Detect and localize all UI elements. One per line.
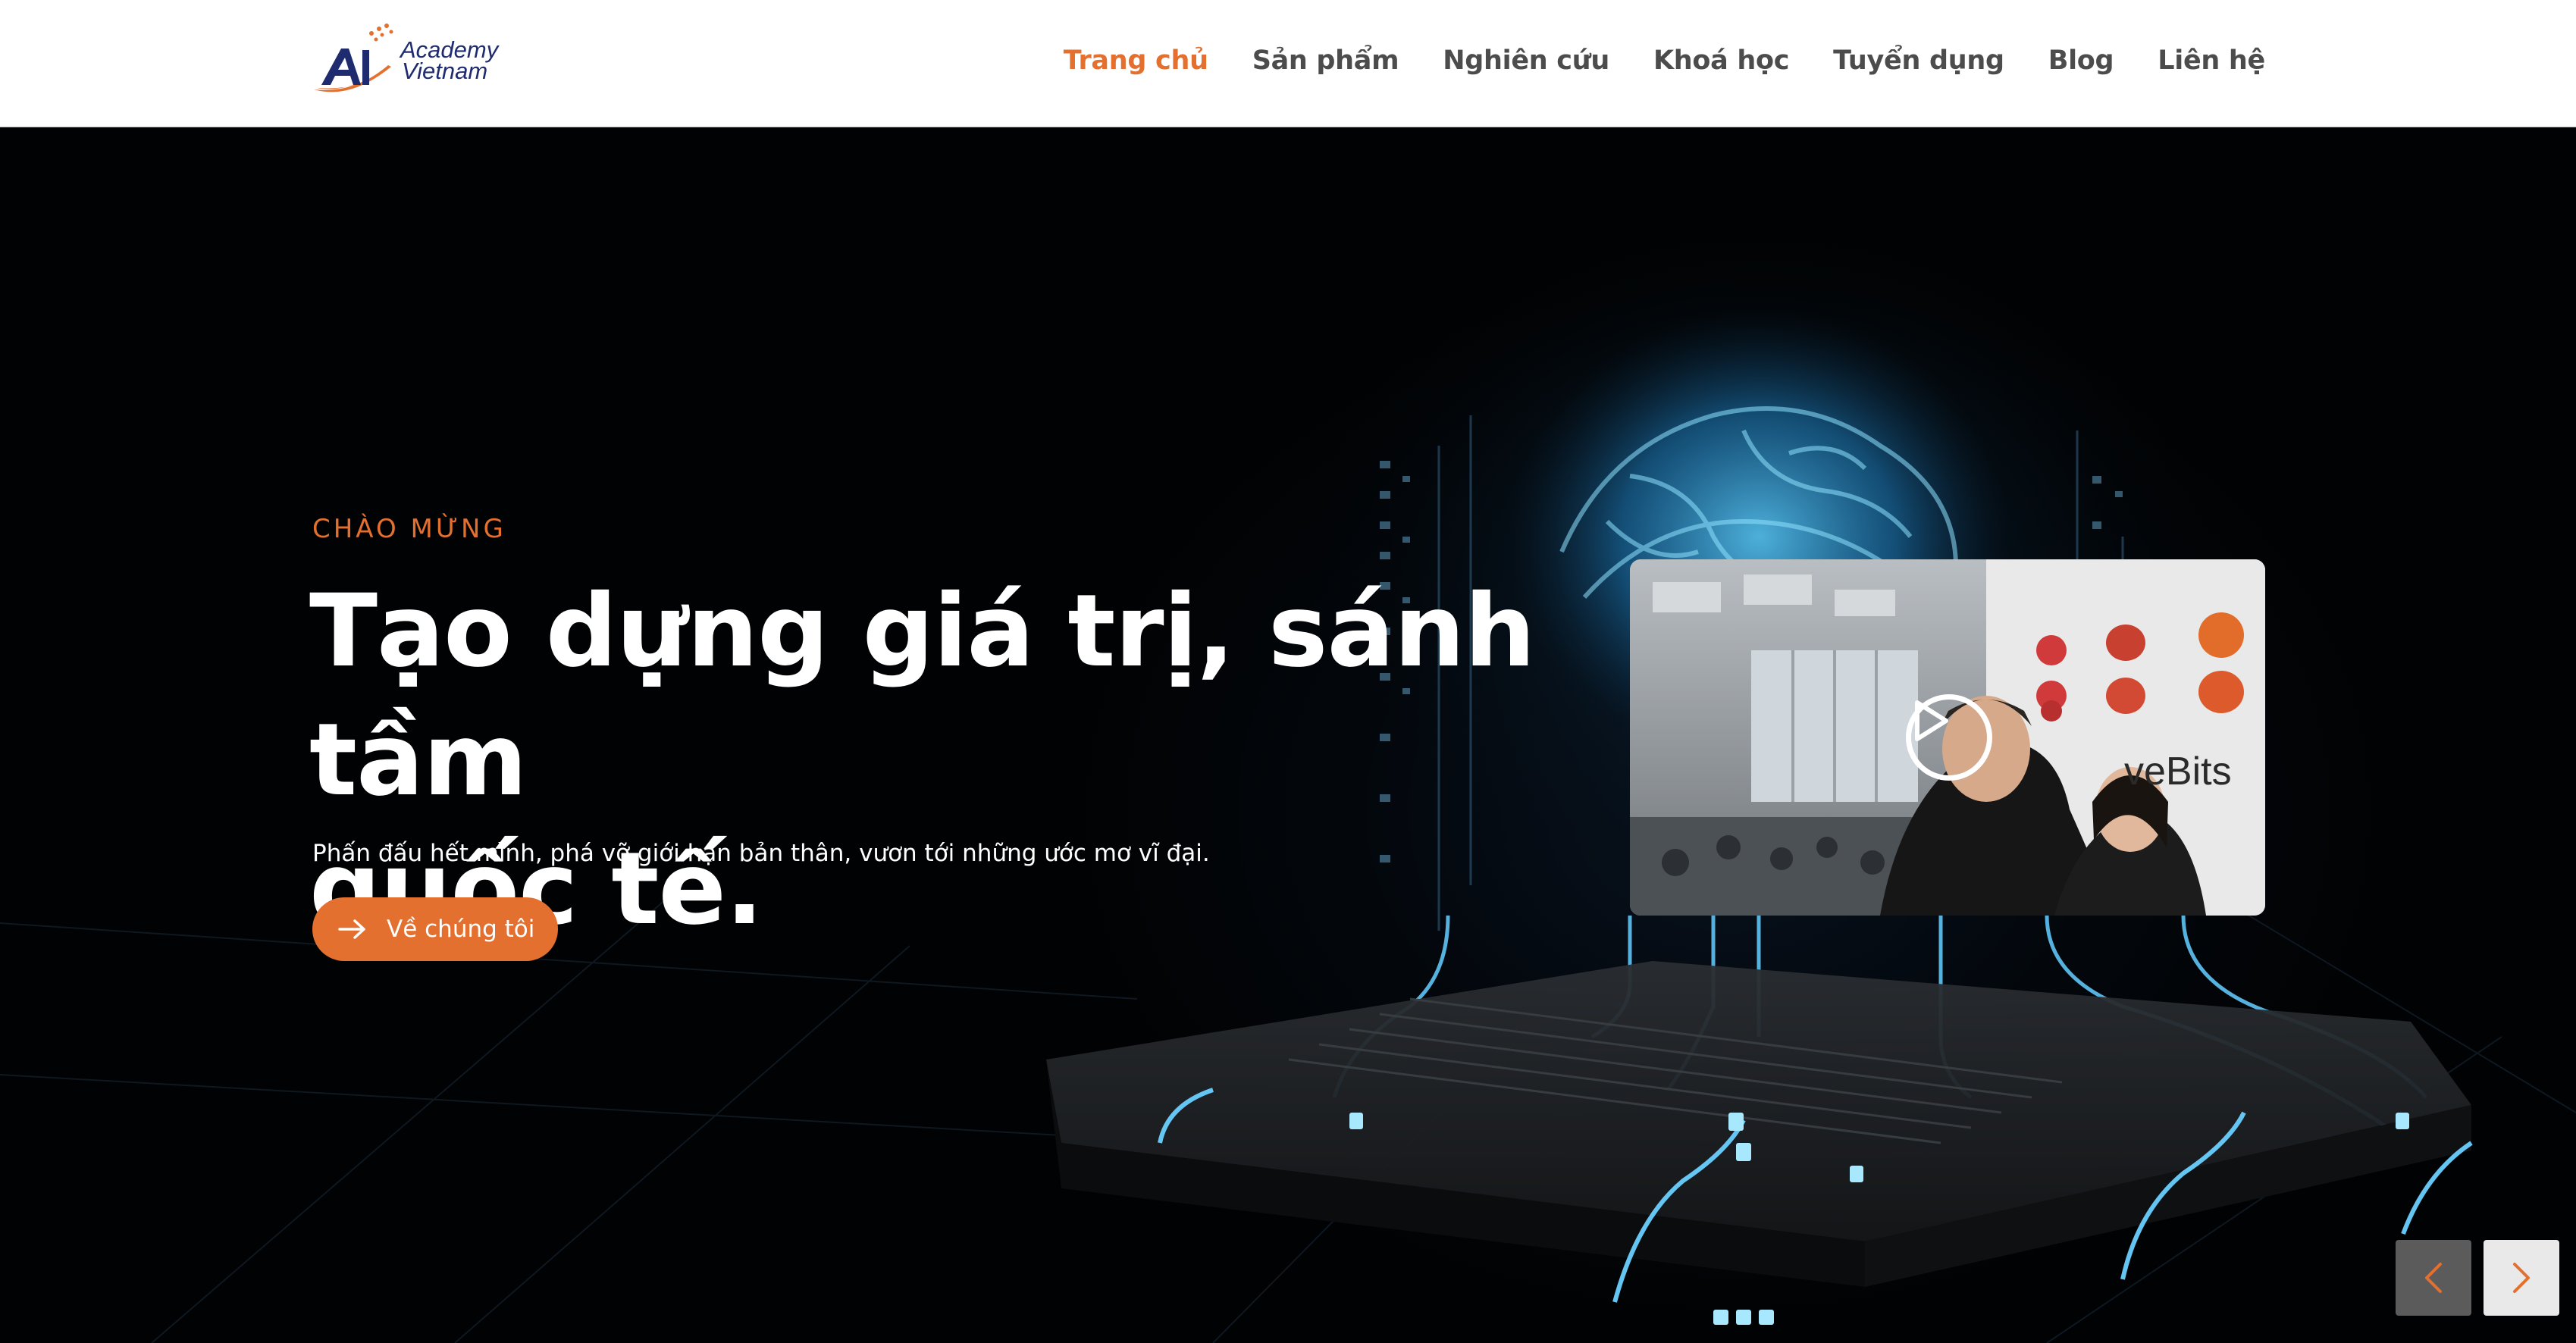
arrow-right-icon (338, 919, 367, 939)
about-us-button-label: Về chúng tôi (387, 916, 535, 943)
chevron-left-icon (2425, 1263, 2442, 1293)
hero-slider: CHÀO MỪNG Tạo dựng giá trị, sánh tầm quố… (0, 127, 2576, 1343)
nav-item-san-pham[interactable]: Sản phẩm (1252, 39, 1399, 82)
chevron-right-icon (2513, 1263, 2530, 1293)
logo-mark-icon (314, 23, 393, 92)
logo-text: Academy Vietnam (400, 38, 498, 84)
nav-item-nghien-cuu[interactable]: Nghiên cứu (1443, 39, 1609, 82)
video-brand-text: veBits (2124, 750, 2232, 794)
logo-line2: Vietnam (402, 58, 488, 84)
slider-next-button[interactable] (2484, 1240, 2559, 1316)
nav-item-lien-he[interactable]: Liên hệ (2158, 39, 2265, 82)
about-us-button[interactable]: Về chúng tôi (312, 897, 558, 961)
slider-prev-button[interactable] (2396, 1240, 2471, 1316)
nav-item-tuyen-dung[interactable]: Tuyển dụng (1833, 39, 2004, 82)
site-logo[interactable]: Academy Vietnam (312, 18, 509, 102)
hero-subtext: Phấn đấu hết mình, phá vỡ giới hạn bản t… (312, 840, 1210, 867)
site-header: Academy Vietnam Trang chủ Sản phẩm Nghiê… (0, 0, 2576, 127)
nav-item-khoa-hoc[interactable]: Khoá học (1653, 39, 1790, 82)
hero-headline: Tạo dựng giá trị, sánh tầm quốc tế. (309, 567, 1560, 953)
hero-headline-line1: Tạo dựng giá trị, sánh tầm (309, 573, 1536, 819)
hero-kicker: CHÀO MỪNG (312, 514, 506, 544)
main-nav: Trang chủ Sản phẩm Nghiên cứu Khoá học T… (1020, 39, 2266, 82)
play-icon[interactable] (1906, 694, 1992, 781)
nav-item-trang-chu[interactable]: Trang chủ (1064, 39, 1208, 82)
nav-item-blog[interactable]: Blog (2048, 39, 2114, 82)
intro-video-thumbnail[interactable]: veBits (1630, 559, 2265, 916)
